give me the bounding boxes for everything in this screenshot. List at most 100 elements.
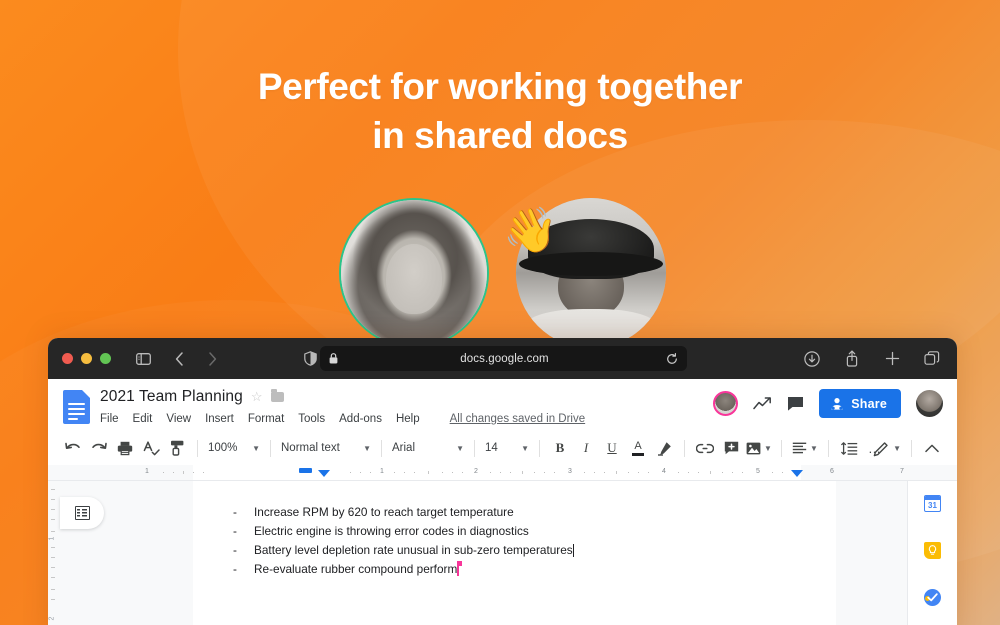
- docs-header-actions[interactable]: Share: [713, 389, 943, 418]
- font-size-select[interactable]: 14 ▼: [482, 436, 532, 460]
- print-icon[interactable]: [112, 436, 138, 460]
- right-indent-marker[interactable]: [791, 470, 803, 477]
- doc-list-item-2[interactable]: - Electric engine is throwing error code…: [233, 522, 796, 541]
- google-tasks-icon[interactable]: [924, 589, 941, 606]
- comment-icon[interactable]: [787, 396, 804, 412]
- toolbar-right-group[interactable]: ▼: [870, 432, 945, 465]
- docs-logo-icon[interactable]: [63, 390, 90, 424]
- menu-format[interactable]: Format: [248, 413, 284, 425]
- add-comment-icon[interactable]: [718, 436, 744, 460]
- menu-addons[interactable]: Add-ons: [339, 413, 382, 425]
- docs-logo-lines: [68, 403, 85, 423]
- document-outline-icon: [74, 506, 90, 520]
- zoom-select[interactable]: 100% ▼: [205, 436, 263, 460]
- document-outline-button[interactable]: [60, 497, 104, 529]
- google-calendar-icon[interactable]: 31: [924, 495, 941, 512]
- forward-icon[interactable]: [201, 348, 223, 370]
- collaborator-cursor: [457, 561, 463, 576]
- browser-actions[interactable]: [801, 338, 943, 379]
- chevron-down-icon: ▼: [521, 443, 529, 453]
- bullet-dash: -: [233, 562, 237, 576]
- privacy-shield-icon[interactable]: [299, 348, 321, 370]
- bullet-dash: -: [233, 524, 237, 538]
- font-family-select[interactable]: Arial ▼: [389, 436, 467, 460]
- promo-screenshot: Perfect for working together in shared d…: [0, 0, 1000, 625]
- window-controls[interactable]: [62, 353, 111, 364]
- hero-line-2: in shared docs: [372, 115, 628, 156]
- close-window-button[interactable]: [62, 353, 73, 364]
- hero-line-1: Perfect for working together: [257, 66, 743, 107]
- ruler-num-1: 1: [380, 468, 384, 475]
- doc-line-text-1: Increase RPM by 620 to reach target temp…: [254, 505, 514, 519]
- menu-view[interactable]: View: [166, 413, 191, 425]
- doc-list-item-3[interactable]: - Battery level depletion rate unusual i…: [233, 541, 796, 560]
- menu-file[interactable]: File: [100, 413, 119, 425]
- presence-avatar[interactable]: [713, 391, 739, 416]
- new-tab-icon[interactable]: [881, 348, 903, 370]
- avatar-photo-left: [341, 200, 487, 346]
- toolbar-separator-4: [474, 439, 475, 457]
- docs-menubar[interactable]: File Edit View Insert Format Tools Add-o…: [100, 413, 585, 425]
- toolbar-separator-3: [381, 439, 382, 457]
- back-icon[interactable]: [168, 348, 190, 370]
- share-button[interactable]: Share: [819, 389, 901, 418]
- browser-window: docs.google.com 2021 Team Planning ☆ Fil…: [48, 338, 957, 625]
- collapse-toolbar-button[interactable]: [919, 437, 945, 461]
- activity-dashboard-icon[interactable]: [753, 396, 772, 411]
- reload-icon[interactable]: [666, 352, 678, 365]
- line-spacing-icon[interactable]: [836, 436, 862, 460]
- link-icon[interactable]: [692, 436, 718, 460]
- italic-button[interactable]: I: [573, 436, 599, 460]
- document-editor[interactable]: 1 2 - Increase RPM by 620 to reach targe…: [48, 481, 957, 625]
- indent-marker-bar[interactable]: [299, 468, 312, 473]
- bold-button[interactable]: B: [547, 436, 573, 460]
- toolbar-separator-9: [911, 440, 912, 457]
- bullet-dash: -: [233, 543, 237, 557]
- minimize-window-button[interactable]: [81, 353, 92, 364]
- ruler-scale[interactable]: 1 1 2 3 4 5 6 7: [132, 465, 957, 480]
- doc-list-item-1[interactable]: - Increase RPM by 620 to reach target te…: [233, 503, 796, 522]
- account-avatar[interactable]: [916, 390, 943, 417]
- horizontal-ruler[interactable]: 1 1 2 3 4 5 6 7: [48, 465, 957, 481]
- docs-toolbar[interactable]: 100% ▼ Normal text ▼ Arial ▼ 14 ▼ B I U: [48, 432, 957, 465]
- doc-list-item-4[interactable]: - Re-evaluate rubber compound perform: [233, 560, 796, 579]
- underline-button[interactable]: U: [599, 436, 625, 460]
- share-icon[interactable]: [841, 348, 863, 370]
- google-keep-icon[interactable]: [924, 542, 941, 559]
- ruler-num-5: 5: [756, 468, 760, 475]
- star-icon[interactable]: ☆: [251, 389, 263, 405]
- menu-tools[interactable]: Tools: [298, 413, 325, 425]
- chevron-down-icon: ▼: [456, 443, 464, 453]
- ruler-num-3: 3: [568, 468, 572, 475]
- docs-side-panel[interactable]: 31: [907, 481, 957, 625]
- image-insert-select[interactable]: ▼: [744, 436, 774, 460]
- downloads-icon[interactable]: [801, 348, 823, 370]
- left-indent-marker[interactable]: [318, 470, 330, 477]
- menu-help[interactable]: Help: [396, 413, 420, 425]
- collaborator-avatar-left: [339, 198, 489, 348]
- share-button-label: Share: [851, 396, 887, 411]
- undo-icon[interactable]: [60, 436, 86, 460]
- edit-mode-select[interactable]: ▼: [870, 437, 904, 461]
- maximize-window-button[interactable]: [100, 353, 111, 364]
- move-to-folder-icon[interactable]: [270, 389, 284, 402]
- document-page[interactable]: - Increase RPM by 620 to reach target te…: [193, 481, 836, 625]
- sidebar-icon[interactable]: [132, 348, 154, 370]
- paragraph-style-select[interactable]: Normal text ▼: [278, 436, 374, 460]
- tab-overview-icon[interactable]: [921, 348, 943, 370]
- spellcheck-icon[interactable]: [138, 436, 164, 460]
- redo-icon[interactable]: [86, 436, 112, 460]
- paint-format-icon[interactable]: [164, 436, 190, 460]
- chevron-down-icon: ▼: [764, 443, 772, 453]
- save-status[interactable]: All changes saved in Drive: [450, 413, 586, 425]
- menu-insert[interactable]: Insert: [205, 413, 234, 425]
- text-color-button[interactable]: A: [625, 436, 651, 460]
- navigation-buttons[interactable]: [168, 348, 223, 370]
- avatar-hat-brim: [519, 252, 663, 276]
- document-title[interactable]: 2021 Team Planning: [100, 388, 243, 406]
- align-select[interactable]: ▼: [789, 436, 821, 460]
- highlight-icon[interactable]: [651, 436, 677, 460]
- menu-edit[interactable]: Edit: [133, 413, 153, 425]
- address-bar[interactable]: docs.google.com: [320, 346, 687, 371]
- paragraph-style-value: Normal text: [281, 442, 340, 454]
